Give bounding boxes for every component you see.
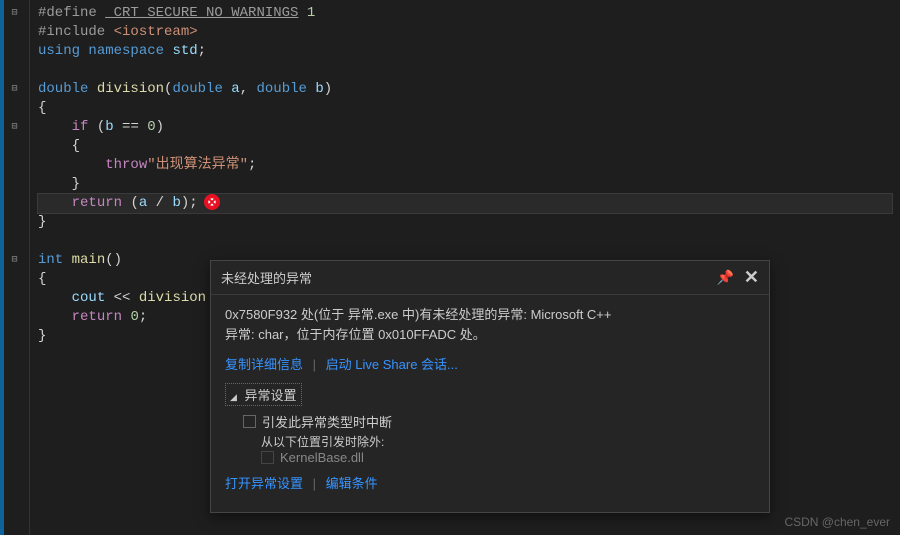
code-line: #include <iostream> xyxy=(38,23,892,42)
fold-marker[interactable]: ⊟ xyxy=(0,251,29,270)
except-from-label: 从以下位置引发时除外: xyxy=(225,433,755,450)
except-dll-label: KernelBase.dll xyxy=(280,450,364,465)
popup-body: 0x7580F932 处(位于 异常.exe 中)有未经处理的异常: Micro… xyxy=(211,295,769,512)
current-line: return (a / b); xyxy=(38,194,892,213)
popup-links-row: 打开异常设置 | 编辑条件 xyxy=(225,473,755,492)
copy-details-link[interactable]: 复制详细信息 xyxy=(225,357,303,372)
checkbox-disabled xyxy=(261,451,274,464)
exception-popup: 未经处理的异常 📌 ✕ 0x7580F932 处(位于 异常.exe 中)有未经… xyxy=(210,260,770,513)
break-on-throw-checkbox-row: 引发此异常类型时中断 xyxy=(225,410,755,433)
fold-marker[interactable]: ⊟ xyxy=(0,118,29,137)
checkbox-label: 引发此异常类型时中断 xyxy=(262,412,392,431)
fold-marker[interactable]: ⊟ xyxy=(0,4,29,23)
exception-message: 0x7580F932 处(位于 异常.exe 中)有未经处理的异常: Micro… xyxy=(225,305,755,344)
code-line: } xyxy=(38,213,892,232)
code-line: } xyxy=(38,175,892,194)
exception-settings-expander[interactable]: ◢ 异常设置 xyxy=(225,383,302,406)
code-line: { xyxy=(38,137,892,156)
open-settings-link[interactable]: 打开异常设置 xyxy=(225,476,303,491)
pin-icon[interactable]: 📌 xyxy=(716,269,733,286)
code-line: if (b == 0) xyxy=(38,118,892,137)
fold-marker[interactable]: ⊟ xyxy=(0,80,29,99)
popup-title: 未经处理的异常 xyxy=(221,268,312,287)
watermark: CSDN @chen_ever xyxy=(784,515,890,529)
chevron-down-icon: ◢ xyxy=(230,392,237,402)
popup-links-row: 复制详细信息 | 启动 Live Share 会话... xyxy=(225,354,755,373)
code-line: #define _CRT_SECURE_NO_WARNINGS 1 xyxy=(38,4,892,23)
code-line: { xyxy=(38,99,892,118)
code-line: using namespace std; xyxy=(38,42,892,61)
code-line: double division(double a, double b) xyxy=(38,80,892,99)
close-icon[interactable]: ✕ xyxy=(744,267,759,288)
error-icon[interactable] xyxy=(204,194,220,210)
live-share-link[interactable]: 启动 Live Share 会话... xyxy=(326,357,458,372)
code-line: throw"出现算法异常"; xyxy=(38,156,892,175)
editor-left-accent xyxy=(0,0,4,535)
popup-header: 未经处理的异常 📌 ✕ xyxy=(211,261,769,295)
checkbox[interactable] xyxy=(243,415,256,428)
except-dll-row: KernelBase.dll xyxy=(225,450,755,465)
edit-condition-link[interactable]: 编辑条件 xyxy=(326,476,378,491)
gutter: ⊟ ⊟ ⊟ ⊟ xyxy=(0,0,30,535)
